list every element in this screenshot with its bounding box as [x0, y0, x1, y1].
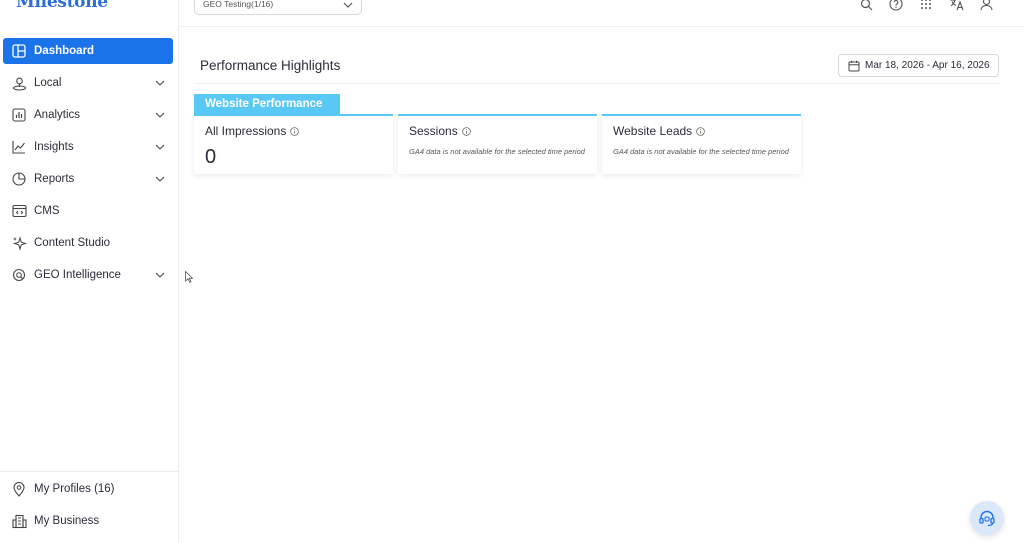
- info-icon[interactable]: [290, 126, 300, 136]
- date-range-picker[interactable]: Mar 18, 2026 - Apr 16, 2026: [838, 54, 999, 77]
- code-window-icon: [11, 203, 27, 219]
- sidebar-item-label: Local: [34, 77, 62, 89]
- divider: [195, 83, 999, 84]
- sidebar-item-label: My Business: [34, 515, 100, 527]
- metric-value: 0: [205, 146, 217, 168]
- sidebar-item-label: CMS: [34, 205, 60, 217]
- bar-chart-icon: [11, 107, 27, 123]
- sidebar-item-cms[interactable]: CMS: [3, 198, 173, 224]
- sidebar-item-geo-intelligence[interactable]: GEO Intelligence: [3, 262, 173, 288]
- dashboard-icon: [11, 43, 27, 59]
- topbar: GEO Testing(1/16): [179, 0, 1024, 27]
- user-icon[interactable]: [978, 0, 994, 12]
- metric-title: All Impressions: [205, 124, 287, 138]
- brand-logo[interactable]: Milestone: [16, 0, 108, 12]
- metric-unavailable-note: GA4 data is not available for the select…: [409, 147, 585, 156]
- chevron-down-icon[interactable]: [155, 142, 165, 152]
- topbar-actions: [858, 0, 994, 12]
- sidebar-item-local[interactable]: Local: [3, 70, 173, 96]
- map-pin-icon: [11, 481, 27, 497]
- headset-icon: [979, 510, 995, 527]
- trend-line-icon: [11, 139, 27, 155]
- sidebar-item-my-business[interactable]: My Business: [3, 508, 173, 534]
- sidebar-item-dashboard[interactable]: Dashboard: [3, 38, 173, 64]
- sidebar-item-label: Content Studio: [34, 237, 111, 249]
- location-pin-icon: [11, 75, 27, 91]
- calendar-icon: [848, 60, 860, 72]
- tab-website-performance[interactable]: Website Performance: [194, 94, 340, 114]
- sidebar-item-analytics[interactable]: Analytics: [3, 102, 173, 128]
- chevron-down-icon[interactable]: [155, 270, 165, 280]
- sidebar-item-label: Reports: [34, 173, 75, 185]
- metric-card-sessions: Sessions GA4 data is not available for t…: [398, 114, 597, 174]
- chevron-down-icon[interactable]: [155, 78, 165, 88]
- chevron-down-icon[interactable]: [155, 174, 165, 184]
- info-icon[interactable]: [696, 126, 705, 136]
- pie-chart-icon: [11, 171, 27, 187]
- metric-title: Website Leads: [613, 124, 693, 138]
- info-icon[interactable]: [461, 126, 471, 136]
- chevron-down-icon[interactable]: [155, 110, 165, 120]
- geo-search-icon: [11, 267, 27, 283]
- mouse-cursor-icon: [185, 271, 193, 283]
- profile-selector-value: GEO Testing(1/16): [203, 0, 274, 9]
- sidebar-item-label: Dashboard: [34, 45, 95, 57]
- metric-card-all-impressions: All Impressions 0: [194, 114, 393, 174]
- sidebar-item-reports[interactable]: Reports: [3, 166, 173, 192]
- support-chat-button[interactable]: [970, 501, 1004, 535]
- sidebar-item-label: Insights: [34, 141, 74, 153]
- translate-icon[interactable]: [948, 0, 964, 12]
- metric-card-title-row: All Impressions: [205, 124, 300, 138]
- chevron-down-icon: [343, 2, 353, 8]
- metric-unavailable-note: GA4 data is not available for the select…: [613, 147, 789, 156]
- sidebar-item-my-profiles[interactable]: My Profiles (16): [3, 476, 173, 502]
- search-icon[interactable]: [858, 0, 874, 12]
- building-icon: [11, 513, 27, 529]
- help-icon[interactable]: [888, 0, 904, 12]
- metric-card-title-row: Website Leads: [613, 124, 705, 138]
- sidebar-footer: My Profiles (16) My Business: [0, 471, 179, 540]
- metric-card-title-row: Sessions: [409, 124, 471, 138]
- app-root: Milestone Dashboard Local Analytics Insi…: [0, 0, 1024, 543]
- date-range-value: Mar 18, 2026 - Apr 16, 2026: [865, 60, 990, 71]
- page-title: Performance Highlights: [200, 58, 341, 73]
- sidebar-item-label: GEO Intelligence: [34, 269, 121, 281]
- sidebar-item-insights[interactable]: Insights: [3, 134, 173, 160]
- sidebar-item-label: Analytics: [34, 109, 81, 121]
- metric-title: Sessions: [409, 124, 458, 138]
- sparkle-icon: [11, 235, 27, 251]
- sidebar-nav: Dashboard Local Analytics Insights Repor…: [0, 38, 179, 294]
- metric-card-website-leads: Website Leads GA4 data is not available …: [602, 114, 801, 174]
- sidebar-item-label: My Profiles (16): [34, 483, 115, 495]
- profile-selector[interactable]: GEO Testing(1/16): [194, 0, 362, 15]
- apps-grid-icon[interactable]: [918, 0, 934, 12]
- sidebar: Milestone Dashboard Local Analytics Insi…: [0, 0, 179, 543]
- sidebar-item-content-studio[interactable]: Content Studio: [3, 230, 173, 256]
